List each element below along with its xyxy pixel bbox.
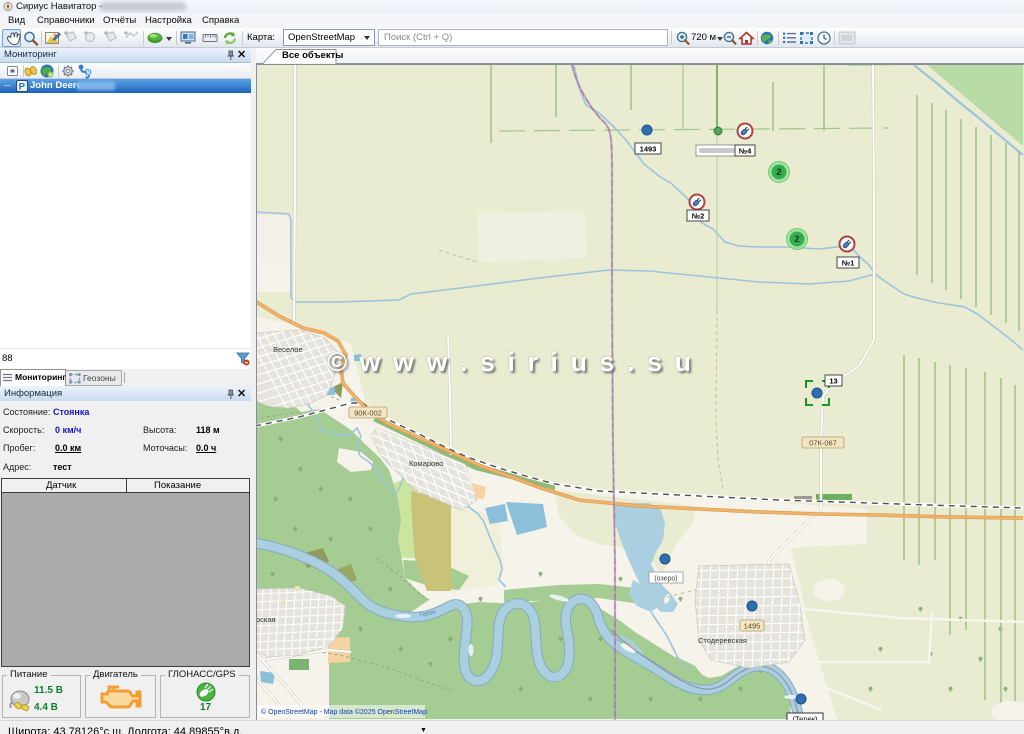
svg-text:№2: №2 (692, 212, 705, 221)
svg-text:2: 2 (794, 234, 799, 244)
svg-text:9: 9 (86, 68, 90, 77)
svg-text:13: 13 (829, 377, 837, 386)
svg-text:1493: 1493 (640, 145, 657, 154)
svg-text:90К-002: 90К-002 (354, 409, 382, 418)
svg-text:№4: №4 (739, 147, 752, 156)
svg-text:2: 2 (776, 167, 781, 177)
svg-text:1495: 1495 (744, 622, 761, 631)
svg-text:(озеро): (озеро) (654, 576, 677, 583)
svg-text:Стодеревская: Стодеревская (698, 636, 747, 645)
svg-text:P: P (19, 82, 26, 93)
svg-text:Веселое: Веселое (273, 345, 303, 354)
svg-text:рская: рская (257, 615, 276, 624)
svg-text:07К-067: 07К-067 (809, 439, 837, 448)
svg-text:(Терек): (Терек) (793, 715, 818, 721)
svg-text:© OpenStreetMap - Map data ©20: © OpenStreetMap - Map data ©2025 OpenStr… (261, 708, 427, 716)
svg-text:Комарово: Комарово (409, 459, 443, 468)
svg-text:№1: №1 (842, 259, 855, 268)
